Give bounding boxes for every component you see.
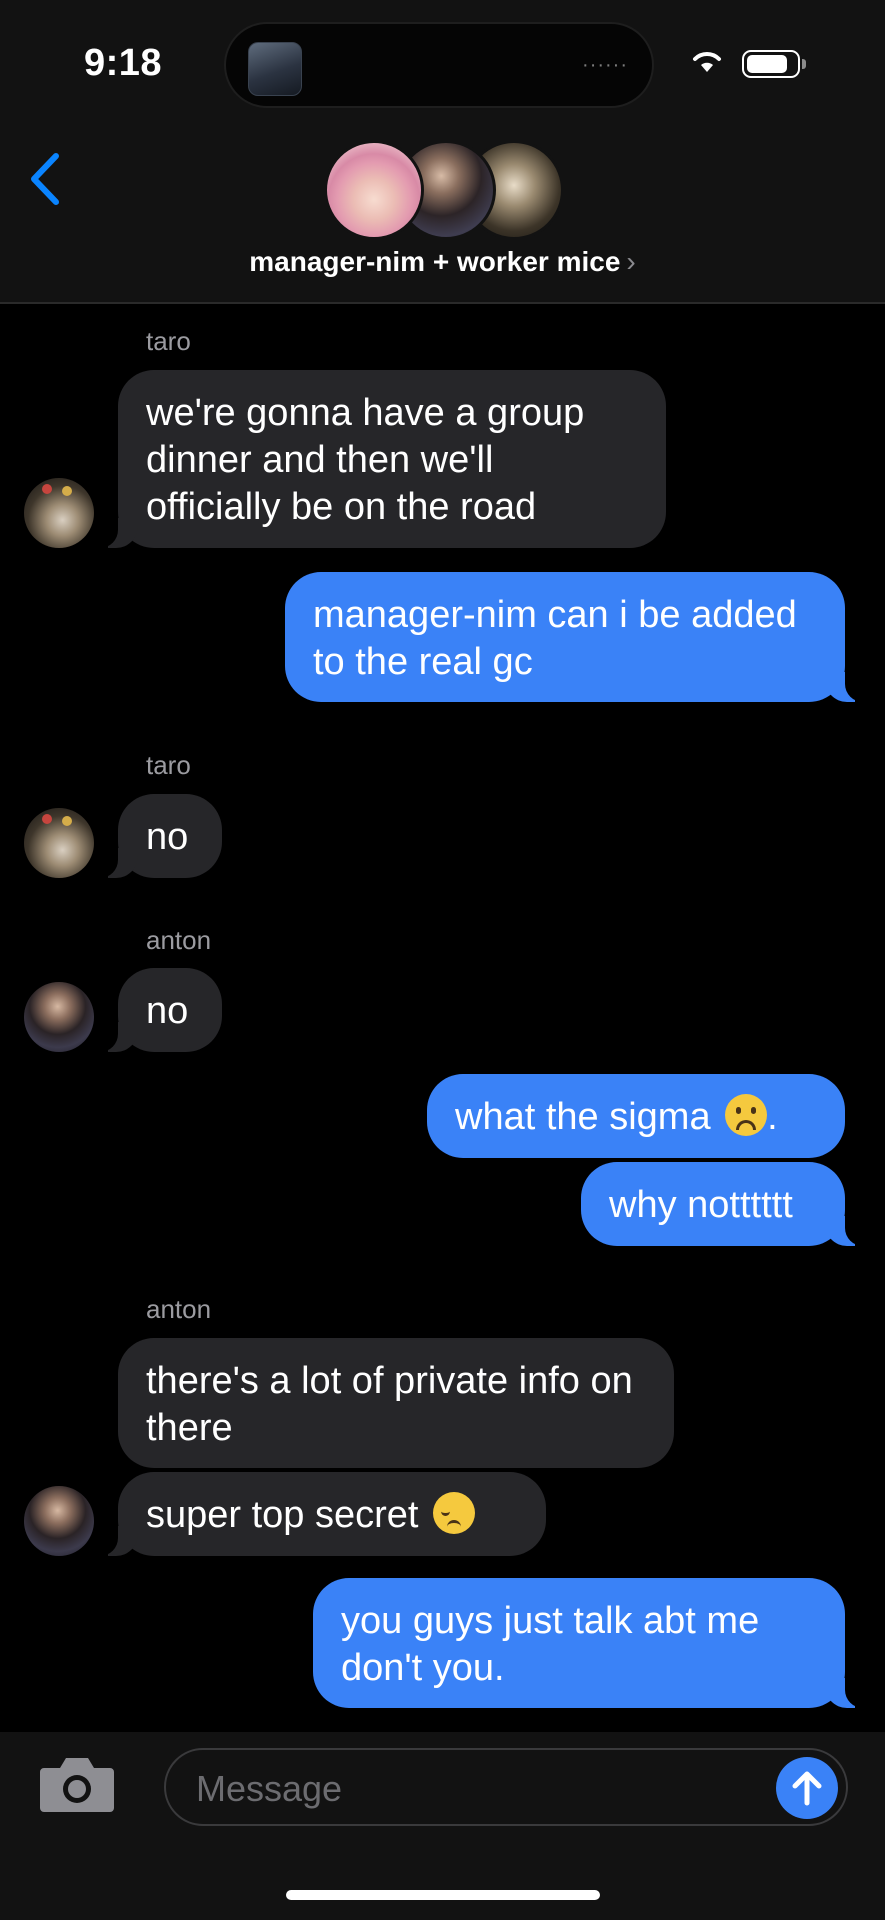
message-text: what the sigma .: [455, 1094, 778, 1138]
send-button[interactable]: [776, 1757, 838, 1819]
chevron-right-icon: ›: [626, 246, 636, 277]
sender-name: anton: [146, 1294, 212, 1324]
group-name-text: manager-nim + worker mice: [249, 246, 621, 277]
sender-name: anton: [146, 925, 212, 955]
avatar-taro[interactable]: [24, 478, 94, 548]
message-text-part: .: [767, 1096, 778, 1138]
message-text: no: [146, 990, 189, 1032]
message-text: manager-nim can i be added to the real g…: [313, 594, 797, 683]
group-name[interactable]: manager-nim + worker mice ›: [0, 246, 885, 278]
sender-name: taro: [146, 750, 191, 780]
message-text: you guys just talk abt me don't you.: [341, 1600, 760, 1689]
message-text: super top secret: [146, 1492, 476, 1536]
message-bubble-outgoing[interactable]: manager-nim can i be added to the real g…: [285, 572, 867, 702]
camera-icon[interactable]: [38, 1754, 116, 1814]
pensive-face-emoji-icon: [433, 1492, 476, 1534]
battery-icon: [742, 50, 800, 78]
wifi-icon: [693, 52, 721, 72]
dynamic-island[interactable]: ······: [224, 22, 654, 108]
back-chevron-icon[interactable]: [28, 152, 62, 206]
avatar-taro[interactable]: [24, 808, 94, 878]
battery-level: [747, 55, 787, 73]
message-bubble-incoming[interactable]: no: [96, 968, 222, 1052]
avatar-anton[interactable]: [24, 1486, 94, 1556]
sender-name: taro: [146, 326, 191, 356]
home-indicator[interactable]: [286, 1890, 600, 1900]
message-text: why notttttt: [609, 1184, 793, 1226]
battery-cap: [802, 59, 806, 69]
message-placeholder: Message: [196, 1768, 343, 1809]
message-text: we're gonna have a group dinner and then…: [146, 392, 585, 528]
group-avatars[interactable]: [324, 140, 564, 240]
message-text: no: [146, 816, 189, 858]
message-text-part: what the sigma: [455, 1096, 722, 1138]
header-divider: [0, 302, 885, 304]
message-bubble-outgoing[interactable]: why notttttt: [581, 1162, 867, 1246]
message-bubble-incoming[interactable]: super top secret: [96, 1472, 546, 1556]
message-bubble-outgoing[interactable]: you guys just talk abt me don't you.: [313, 1578, 867, 1708]
message-bubble-incoming[interactable]: no: [96, 794, 222, 878]
avatar-anton[interactable]: [24, 982, 94, 1052]
frowning-face-emoji-icon: [725, 1094, 768, 1136]
message-bubble-outgoing[interactable]: what the sigma .: [427, 1074, 845, 1158]
message-bubble-incoming[interactable]: there's a lot of private info on there: [118, 1338, 674, 1468]
avatar-group-member: [324, 140, 424, 240]
island-indicator: ······: [582, 54, 628, 76]
message-text-part: super top secret: [146, 1494, 430, 1536]
message-text: there's a lot of private info on there: [146, 1360, 633, 1449]
now-playing-thumbnail: [248, 42, 302, 96]
message-bubble-incoming[interactable]: we're gonna have a group dinner and then…: [96, 370, 666, 548]
status-time: 9:18: [84, 42, 163, 84]
arrow-up-icon: [792, 1771, 822, 1806]
